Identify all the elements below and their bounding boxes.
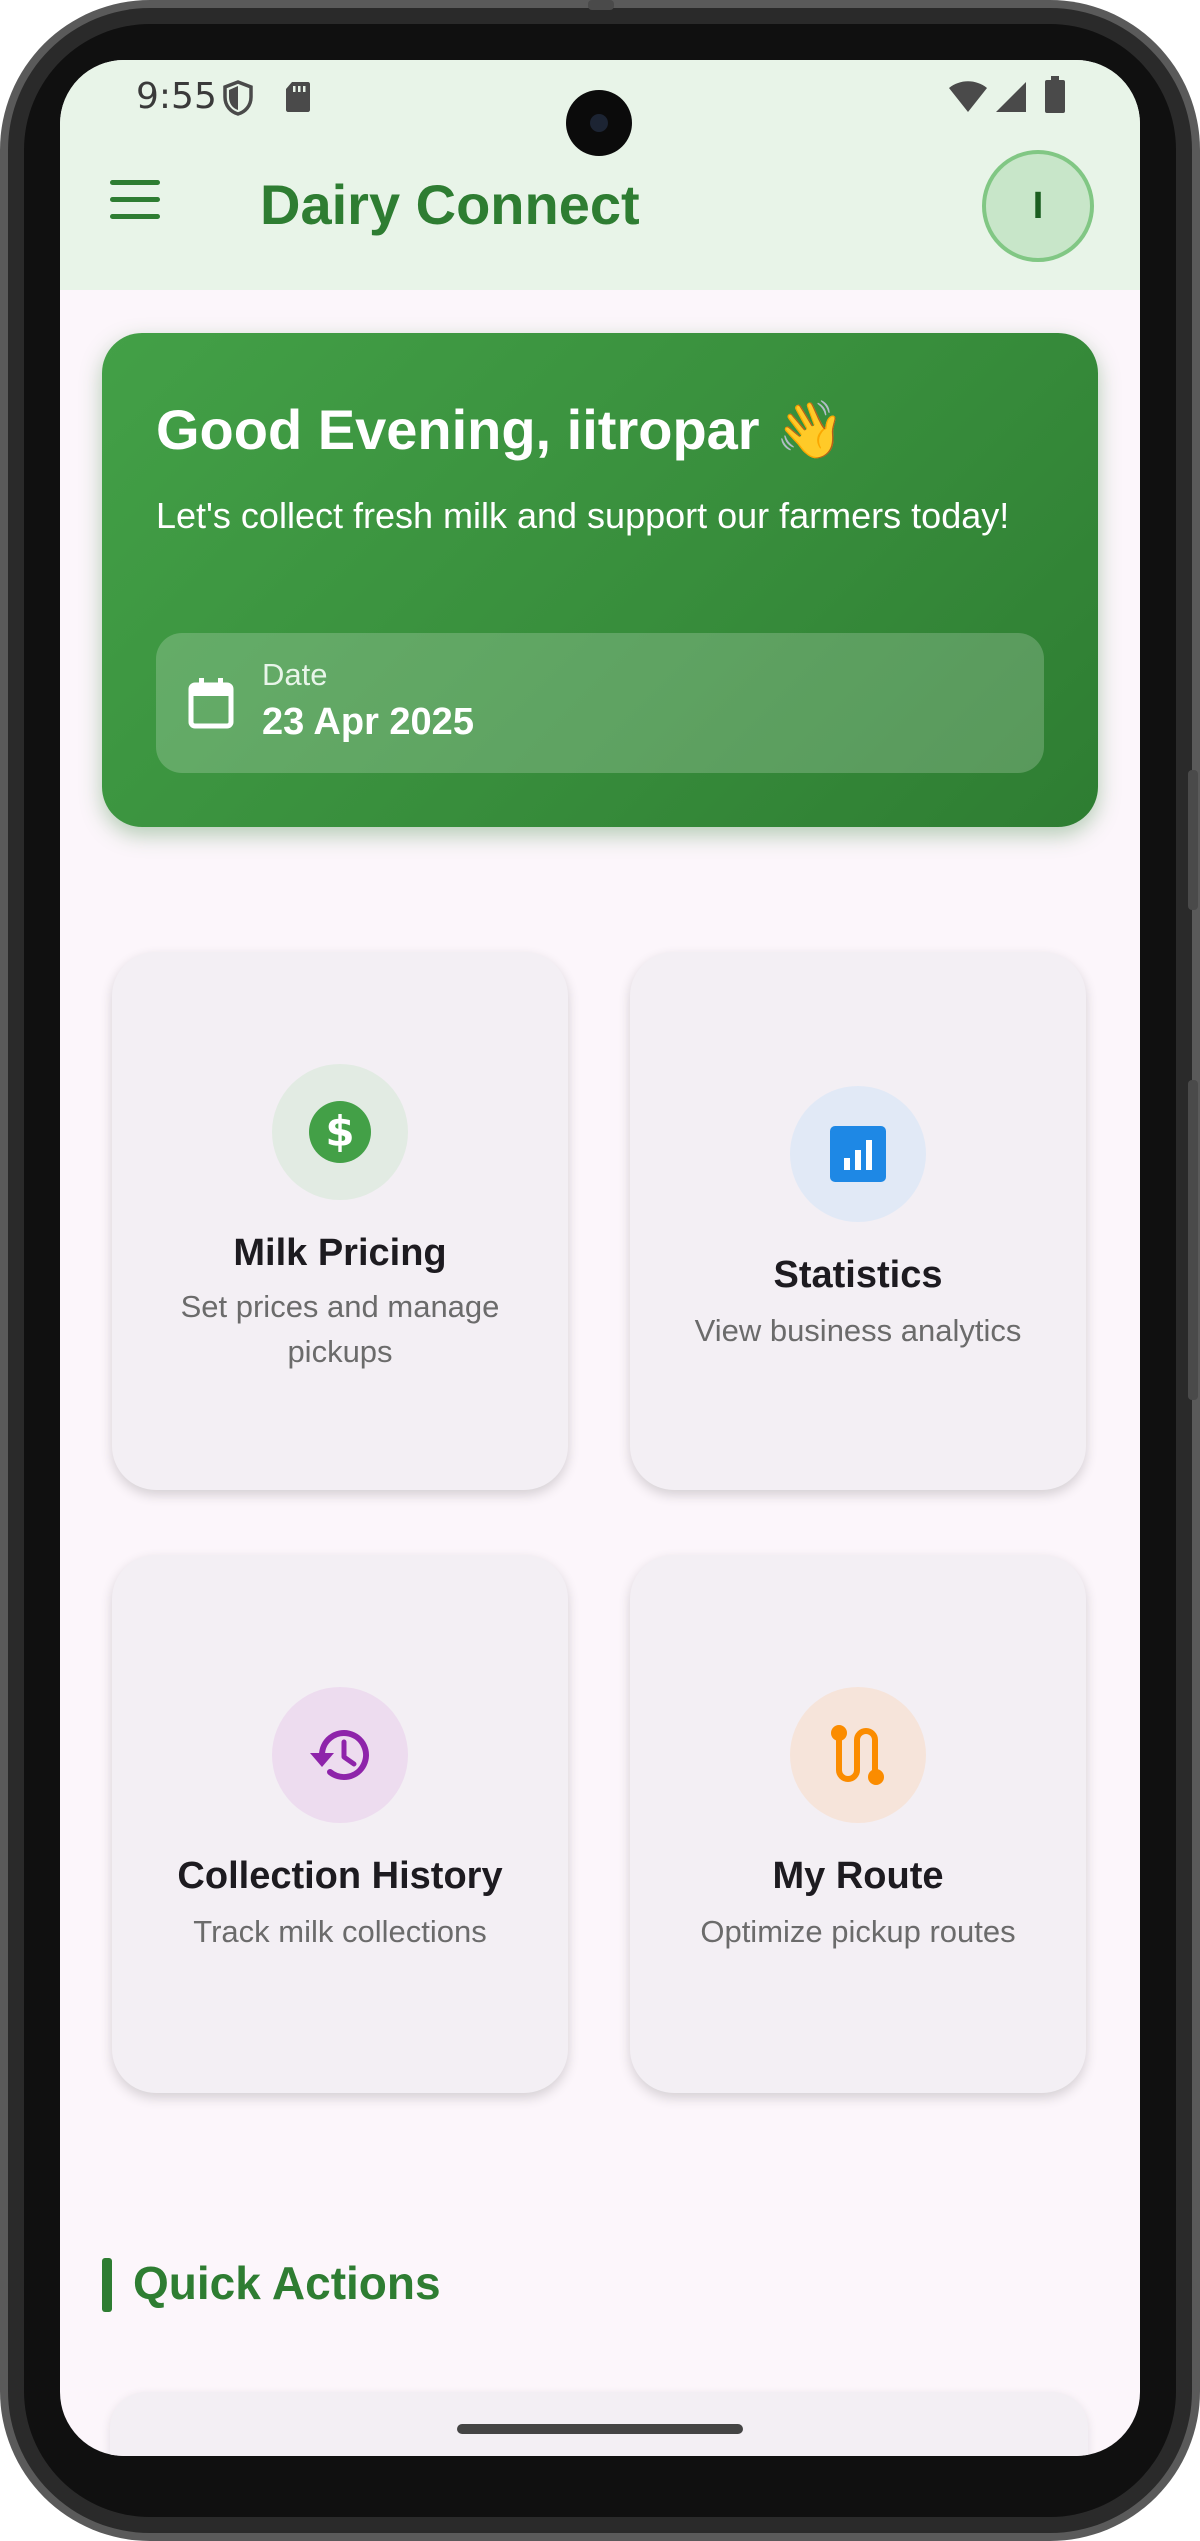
chart-icon [830, 1126, 886, 1182]
tile-title: Collection History [177, 1855, 503, 1897]
menu-icon-bar [110, 180, 160, 185]
tile-statistics[interactable]: Statistics View business analytics [630, 952, 1086, 1490]
avatar[interactable]: I [982, 150, 1094, 262]
greeting-title: Good Evening, iitropar 👋 [156, 398, 845, 461]
tile-my-route[interactable]: My Route Optimize pickup routes [630, 1555, 1086, 2093]
tile-title: My Route [772, 1855, 944, 1897]
tile-description: Optimize pickup routes [700, 1914, 1016, 1949]
tile-description: Set prices and manage pickups [180, 1289, 500, 1369]
front-camera [566, 90, 632, 156]
tile-title: Milk Pricing [233, 1232, 447, 1274]
svg-text:$: $ [325, 1107, 354, 1156]
app-header: 9:55 Dairy Connect I [60, 60, 1140, 290]
signal-icon [996, 82, 1026, 112]
battery-icon [1045, 76, 1065, 113]
greeting-subtitle: Let's collect fresh milk and support our… [156, 495, 1010, 536]
tile-description: Track milk collections [193, 1914, 487, 1949]
app-title: Dairy Connect [260, 173, 640, 236]
tile-icon-circle: $ [272, 1064, 408, 1200]
route-icon [831, 1725, 884, 1785]
menu-icon-bar [110, 197, 160, 202]
date-label: Date [262, 657, 328, 692]
date-value: 23 Apr 2025 [262, 701, 474, 743]
tile-icon-circle [272, 1687, 408, 1823]
tile-description: View business analytics [694, 1313, 1022, 1348]
volume-button [1188, 1080, 1198, 1400]
menu-icon-bar [110, 214, 160, 219]
wifi-icon [949, 81, 987, 112]
shield-icon [223, 80, 253, 116]
menu-button[interactable] [100, 170, 170, 230]
dollar-icon: $ [309, 1101, 371, 1163]
section-accent-bar [102, 2258, 112, 2312]
tile-icon-circle [790, 1687, 926, 1823]
date-box: Date 23 Apr 2025 [156, 633, 1044, 773]
quick-actions-title: Quick Actions [133, 2257, 441, 2309]
avatar-initial: I [1032, 184, 1044, 227]
home-indicator[interactable] [457, 2424, 743, 2434]
greeting-card: Good Evening, iitropar 👋 Let's collect f… [102, 333, 1098, 827]
power-button [1188, 770, 1198, 910]
status-time: 9:55 [136, 76, 217, 117]
top-sensor [588, 0, 614, 10]
tile-collection-history[interactable]: Collection History Track milk collection… [112, 1555, 568, 2093]
tile-icon-circle [790, 1086, 926, 1222]
calendar-icon [188, 678, 234, 729]
tile-milk-pricing[interactable]: $ Milk Pricing Set prices and manage pic… [112, 952, 568, 1490]
tile-title: Statistics [773, 1254, 943, 1296]
history-icon [310, 1730, 369, 1781]
app-screen: 9:55 Dairy Connect I Good Evening, iitro… [60, 60, 1140, 2456]
sd-card-icon [286, 82, 310, 112]
